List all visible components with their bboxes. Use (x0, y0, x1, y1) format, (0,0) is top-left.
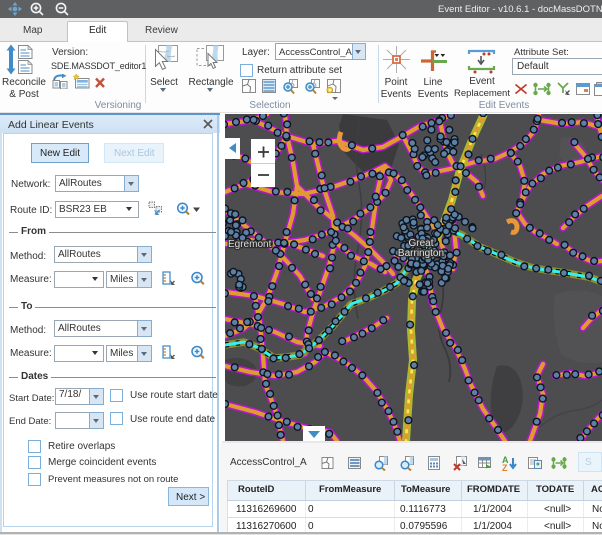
svg-text:Barrington: Barrington (398, 248, 444, 259)
svg-text:Z: Z (502, 463, 508, 471)
svg-text:Egremont: Egremont (228, 239, 272, 250)
